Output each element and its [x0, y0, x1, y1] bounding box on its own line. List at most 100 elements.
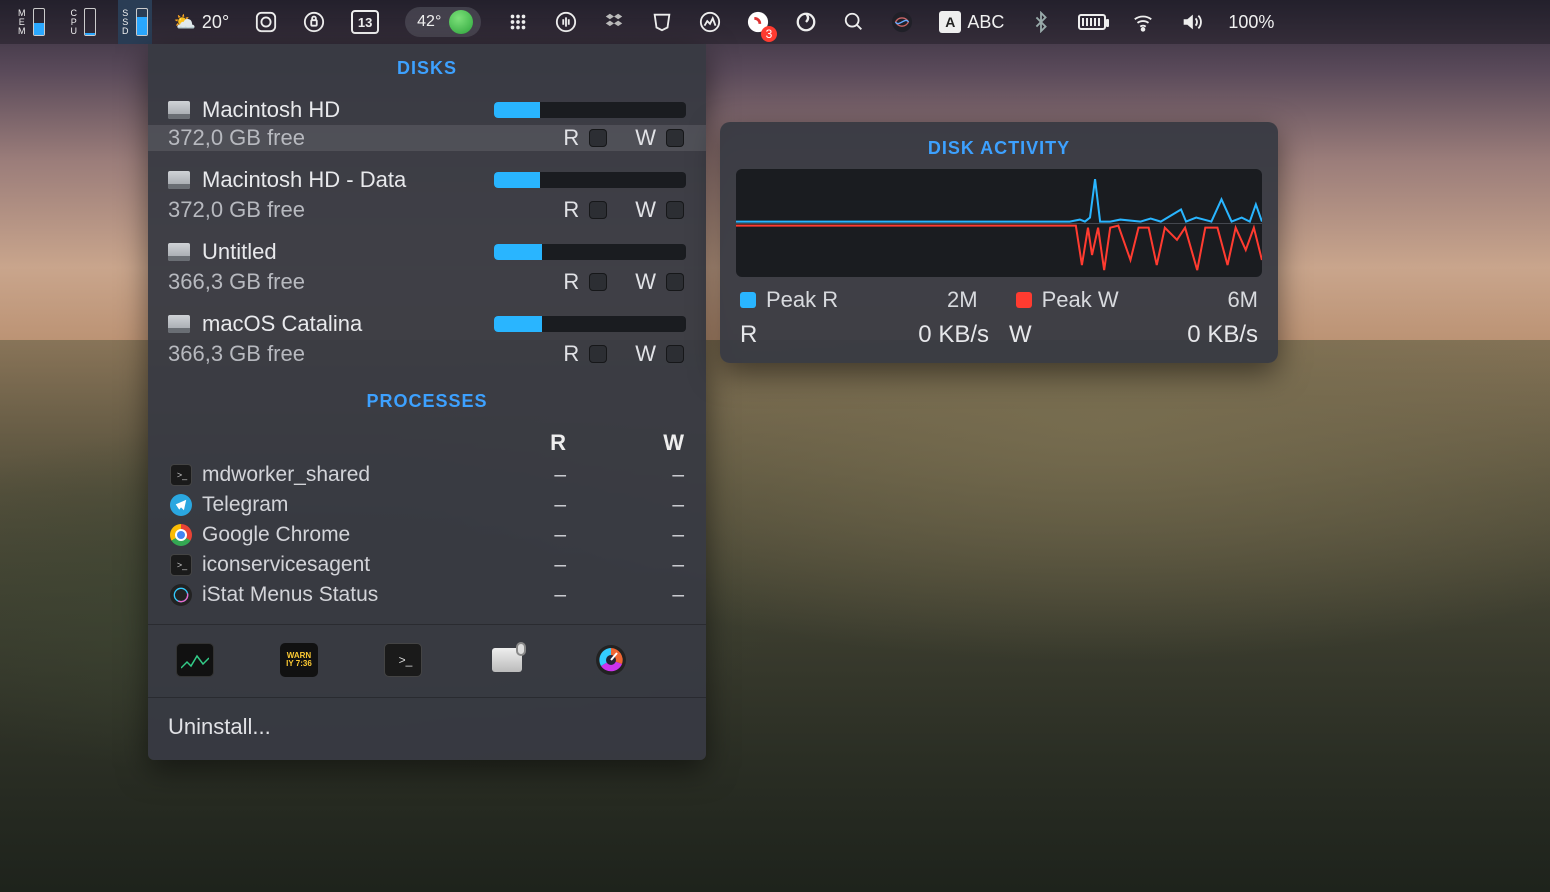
disk-row[interactable]: Macintosh HD - Data 372,0 GB free R W — [148, 161, 706, 233]
process-w: – — [614, 583, 684, 607]
disk-row[interactable]: Macintosh HD 372,0 GB free R W — [148, 91, 706, 161]
weather-item[interactable]: ⛅ 20° — [170, 0, 234, 44]
uninstall-item[interactable]: Uninstall... — [148, 697, 706, 760]
peak-w-label: Peak W — [1042, 287, 1119, 313]
battery-percent[interactable]: 100% — [1224, 0, 1278, 44]
battery-icon[interactable] — [1074, 0, 1110, 44]
peak-r-label: Peak R — [766, 287, 838, 313]
disk-name: Untitled — [202, 239, 277, 265]
w-label: W — [635, 197, 656, 223]
r-label: R — [563, 125, 579, 151]
process-row[interactable]: >_iconservicesagent–– — [148, 550, 706, 580]
disk-row[interactable]: macOS Catalina 366,3 GB free R W — [148, 305, 706, 377]
disk-usage-bar — [494, 244, 686, 260]
disk-usage-bar — [494, 316, 686, 332]
cpu-meter[interactable]: CPU — [67, 0, 101, 44]
disk-icon — [168, 315, 190, 333]
process-w: – — [614, 523, 684, 547]
disk-usage-bar — [494, 172, 686, 188]
process-row[interactable]: Google Chrome–– — [148, 520, 706, 550]
weather-temp: 20° — [202, 12, 229, 33]
write-led — [666, 273, 684, 291]
process-r: – — [496, 583, 566, 607]
read-led — [589, 129, 607, 147]
disks-section-title: DISKS — [148, 44, 706, 91]
process-name: Google Chrome — [202, 523, 496, 547]
process-row[interactable]: Telegram–– — [148, 490, 706, 520]
disk-row[interactable]: Untitled 366,3 GB free R W — [148, 233, 706, 305]
w-label: W — [635, 341, 656, 367]
disk-icon — [168, 171, 190, 189]
grid-dots-icon[interactable] — [503, 0, 533, 44]
w-label: W — [635, 269, 656, 295]
tool-terminal[interactable]: >_ — [384, 643, 422, 677]
disk-icon — [168, 243, 190, 261]
process-r: – — [496, 553, 566, 577]
process-name: iStat Menus Status — [202, 583, 496, 607]
disk-free-text: 372,0 GB free — [168, 197, 553, 223]
vpn-mountain-icon[interactable] — [695, 0, 725, 44]
disk-free-text: 366,3 GB free — [168, 269, 553, 295]
disk-name: macOS Catalina — [202, 311, 362, 337]
notification-badge: 3 — [761, 26, 778, 42]
disk-icon — [168, 101, 190, 119]
disk-activity-popover: DISK ACTIVITY Peak R 2M Peak W 6M R0 KB/… — [720, 122, 1278, 363]
peak-w-value: 6M — [1227, 287, 1258, 313]
activity-rw-row: R0 KB/s W0 KB/s — [740, 321, 1258, 349]
w-label: W — [1009, 321, 1187, 349]
app-circle-icon[interactable] — [791, 0, 821, 44]
r-value: 0 KB/s — [918, 321, 989, 349]
tool-console[interactable]: WARNIY 7:36 — [280, 643, 318, 677]
write-led — [666, 201, 684, 219]
processes-header: R W — [148, 424, 706, 460]
volume-icon[interactable] — [1176, 0, 1206, 44]
dropbox-icon[interactable] — [599, 0, 629, 44]
lock-rotation-icon[interactable] — [299, 0, 329, 44]
spotlight-search-icon[interactable] — [839, 0, 869, 44]
bluetooth-icon[interactable] — [1026, 0, 1056, 44]
menubar: MEM CPU SSD ⛅ 20° 13 42° 3 — [0, 0, 1550, 44]
sound-wave-icon[interactable] — [551, 0, 581, 44]
tool-row: WARNIY 7:36 >_ — [148, 624, 706, 697]
process-w: – — [614, 553, 684, 577]
mem-meter[interactable]: MEM — [14, 0, 49, 44]
read-led — [589, 201, 607, 219]
process-name: mdworker_shared — [202, 463, 496, 487]
weather-icon: ⛅ — [174, 12, 196, 33]
process-name: iconservicesagent — [202, 553, 496, 577]
process-name: Telegram — [202, 493, 496, 517]
process-r: – — [496, 523, 566, 547]
calendar-item[interactable]: 13 — [347, 0, 383, 44]
write-led — [666, 345, 684, 363]
input-source[interactable]: A ABC — [935, 0, 1008, 44]
siri-icon[interactable] — [887, 0, 917, 44]
status-dot-icon — [449, 10, 473, 34]
r-label: R — [563, 197, 579, 223]
process-r: – — [496, 463, 566, 487]
shield-outline-icon[interactable] — [647, 0, 677, 44]
peak-w-swatch — [1016, 292, 1032, 308]
temp-pill[interactable]: 42° — [401, 0, 485, 44]
tool-speedometer[interactable] — [592, 643, 630, 677]
w-label: W — [635, 125, 656, 151]
tool-activity-monitor[interactable] — [176, 643, 214, 677]
tool-disk-utility[interactable] — [488, 643, 526, 677]
disk-usage-bar — [494, 102, 686, 118]
read-led — [589, 345, 607, 363]
read-led — [589, 273, 607, 291]
ssd-meter[interactable]: SSD — [118, 0, 152, 44]
process-row[interactable]: >_mdworker_shared–– — [148, 460, 706, 490]
r-label: R — [563, 269, 579, 295]
activity-title: DISK ACTIVITY — [720, 122, 1278, 169]
record-icon[interactable] — [251, 0, 281, 44]
process-row[interactable]: iStat Menus Status–– — [148, 580, 706, 610]
processes-section-title: PROCESSES — [148, 377, 706, 424]
peak-r-swatch — [740, 292, 756, 308]
process-w: – — [614, 463, 684, 487]
r-label: R — [740, 321, 918, 349]
r-label: R — [563, 341, 579, 367]
disk-free-text: 366,3 GB free — [168, 341, 553, 367]
notification-app-icon[interactable]: 3 — [743, 0, 773, 44]
wifi-icon[interactable] — [1128, 0, 1158, 44]
disk-name: Macintosh HD — [202, 97, 340, 123]
